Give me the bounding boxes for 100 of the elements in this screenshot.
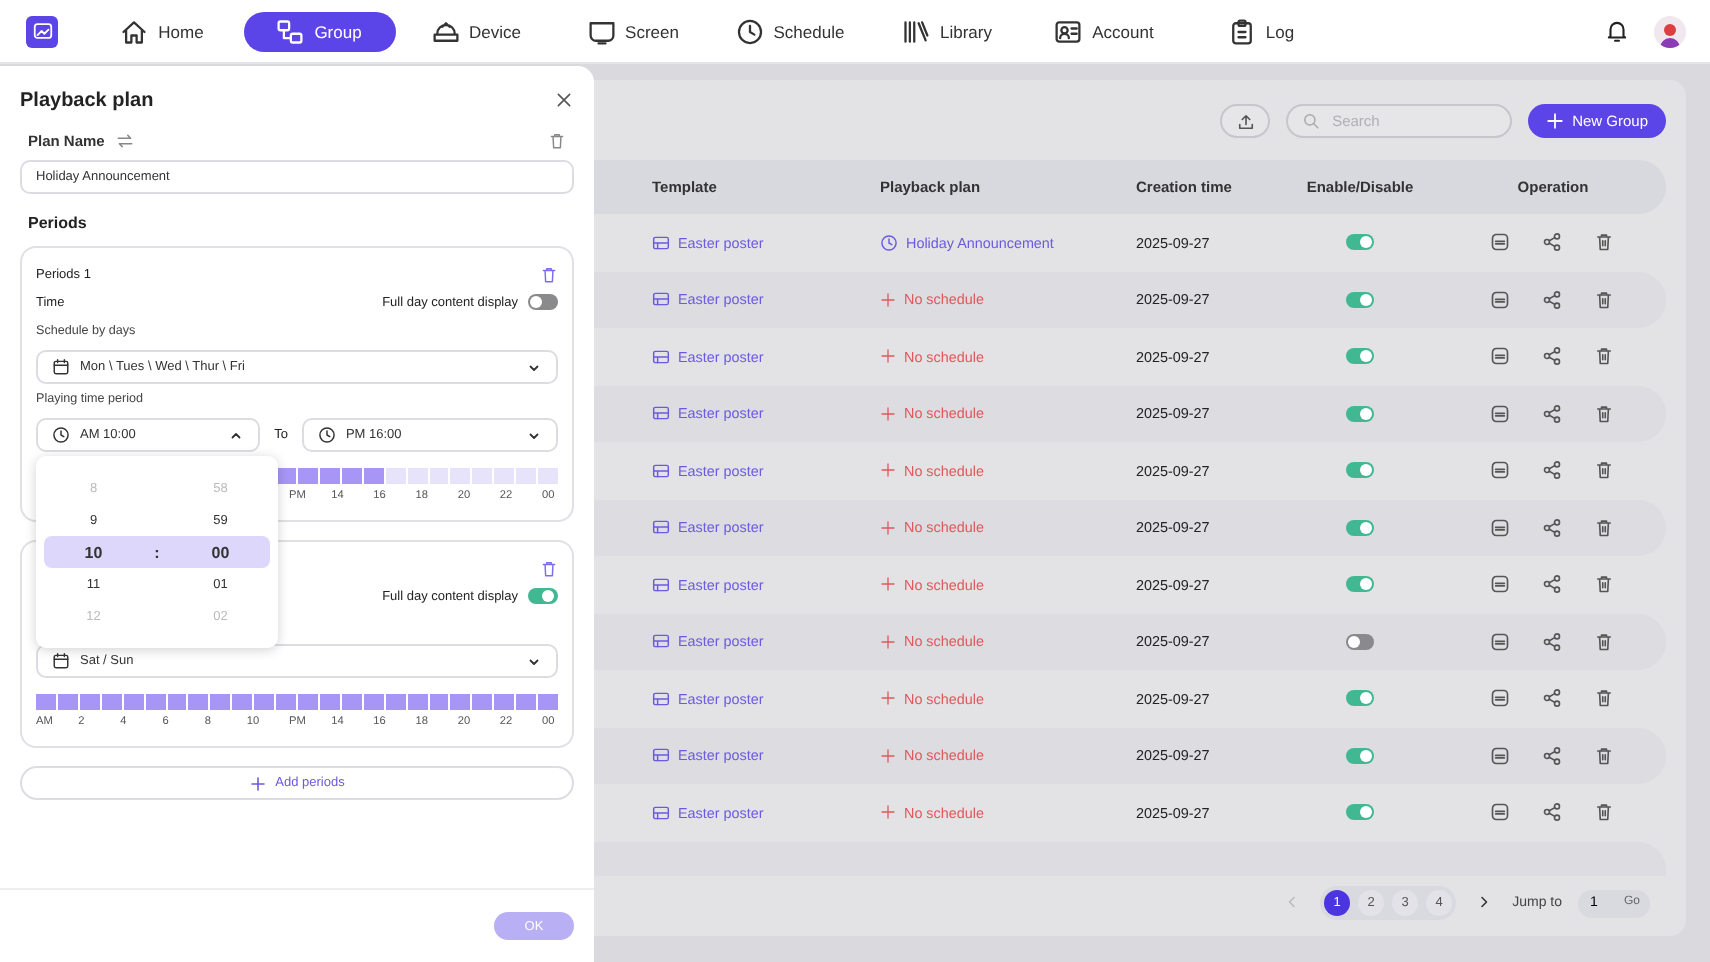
- nav-tab[interactable]: Account: [1028, 11, 1180, 51]
- plus-icon: [880, 576, 896, 593]
- time-slot[interactable]: [341, 694, 362, 710]
- plus-icon: [249, 775, 266, 791]
- nav-tab[interactable]: Screen: [557, 11, 709, 51]
- monitor-icon: [587, 17, 616, 45]
- trash-icon: [1594, 631, 1614, 652]
- time-slot[interactable]: [232, 694, 253, 710]
- nav-tab[interactable]: Schedule: [714, 11, 866, 51]
- time-slot[interactable]: [188, 694, 209, 710]
- plus-icon: [880, 405, 896, 422]
- share-icon: [1542, 460, 1562, 481]
- time-slot[interactable]: [494, 468, 515, 484]
- trash-icon: [1594, 289, 1614, 310]
- full-day-toggle[interactable]: [528, 588, 558, 604]
- time-slot[interactable]: [407, 468, 427, 484]
- calendar-icon: [52, 652, 70, 670]
- search-icon: [1302, 112, 1321, 130]
- time-slot[interactable]: [429, 468, 449, 484]
- trash-icon: [1594, 232, 1614, 253]
- time-slot[interactable]: [516, 694, 537, 710]
- close-icon: [554, 90, 574, 110]
- enable-toggle[interactable]: [1346, 576, 1374, 593]
- clock-icon: [735, 17, 764, 45]
- enable-toggle[interactable]: [1346, 690, 1374, 707]
- share-icon: [1542, 688, 1562, 709]
- nav-tab[interactable]: Device: [400, 11, 552, 51]
- time-slot[interactable]: [385, 694, 406, 710]
- time-slot[interactable]: [472, 468, 493, 484]
- squares-icon: [276, 17, 305, 45]
- time-slot[interactable]: [385, 468, 406, 484]
- enable-toggle[interactable]: [1346, 405, 1374, 422]
- time-slot[interactable]: [363, 468, 384, 484]
- nav-tab[interactable]: Log: [1185, 11, 1337, 51]
- plus-icon: [880, 633, 896, 650]
- device-icon: [431, 17, 459, 45]
- time-slot[interactable]: [254, 694, 275, 710]
- close-button[interactable]: [554, 90, 574, 110]
- image-card-icon: [652, 404, 670, 423]
- clock-icon: [880, 233, 898, 252]
- enable-toggle[interactable]: [1346, 348, 1374, 365]
- share-icon: [1542, 517, 1562, 538]
- nav-tab[interactable]: Group: [243, 11, 395, 51]
- nav-tab[interactable]: Home: [86, 11, 238, 51]
- plus-icon: [880, 690, 896, 707]
- time-slot[interactable]: [363, 694, 384, 710]
- time-slot[interactable]: [472, 694, 493, 710]
- time-slot[interactable]: [319, 694, 340, 710]
- drawer-title: Playback plan: [20, 89, 154, 111]
- time-slot[interactable]: [450, 468, 471, 484]
- image-card-icon: [652, 746, 670, 765]
- share-icon: [1542, 745, 1562, 766]
- time-option[interactable]: 10 : 00: [44, 536, 270, 568]
- plus-icon: [880, 348, 896, 365]
- nav-tab[interactable]: Library: [871, 11, 1023, 51]
- periods-heading: Periods: [26, 214, 89, 234]
- id-card-icon: [1054, 17, 1083, 45]
- full-day-toggle[interactable]: [528, 294, 558, 310]
- plus-icon: [880, 747, 896, 764]
- image-card-icon: [652, 461, 670, 480]
- enable-toggle[interactable]: [1346, 519, 1374, 536]
- trash-icon: [540, 559, 558, 577]
- chevron-left-icon: [1284, 893, 1301, 909]
- plus-icon: [880, 519, 896, 536]
- enable-toggle[interactable]: [1346, 804, 1374, 821]
- avatar[interactable]: [1654, 15, 1686, 47]
- enable-toggle[interactable]: [1346, 462, 1374, 479]
- time-slot[interactable]: [450, 694, 471, 710]
- books-icon: [902, 17, 930, 45]
- time-slot[interactable]: [516, 468, 537, 484]
- trash-icon: [1594, 346, 1614, 367]
- enable-toggle[interactable]: [1346, 234, 1374, 251]
- share-icon: [1542, 289, 1562, 310]
- plus-icon: [880, 462, 896, 479]
- trash-icon: [1594, 517, 1614, 538]
- time-slot[interactable]: [341, 468, 362, 484]
- time-slot[interactable]: [319, 468, 340, 484]
- image-card-icon: [652, 518, 670, 537]
- share-icon: [1542, 574, 1562, 595]
- enable-toggle[interactable]: [1346, 747, 1374, 764]
- share-icon: [1542, 802, 1562, 823]
- share-icon: [1542, 403, 1562, 424]
- time-slot[interactable]: [210, 694, 231, 710]
- upload-button[interactable]: [1220, 104, 1271, 138]
- time-slot[interactable]: [57, 694, 78, 710]
- time-slot[interactable]: [101, 694, 122, 710]
- swap-icon: [116, 131, 135, 149]
- image-card-icon: [652, 803, 670, 822]
- trash-icon: [1594, 460, 1614, 481]
- enable-toggle[interactable]: [1346, 633, 1374, 650]
- time-slot[interactable]: [123, 694, 144, 710]
- app-logo[interactable]: [26, 15, 58, 47]
- time-slot[interactable]: [276, 468, 296, 484]
- enable-toggle[interactable]: [1346, 291, 1374, 308]
- clock-icon: [52, 426, 70, 444]
- time-slot[interactable]: [494, 694, 515, 710]
- chevron-right-icon: [1476, 893, 1493, 909]
- picture-frame-icon: [31, 20, 53, 42]
- plus-icon: [1546, 112, 1565, 130]
- time-slot[interactable]: [79, 694, 100, 710]
